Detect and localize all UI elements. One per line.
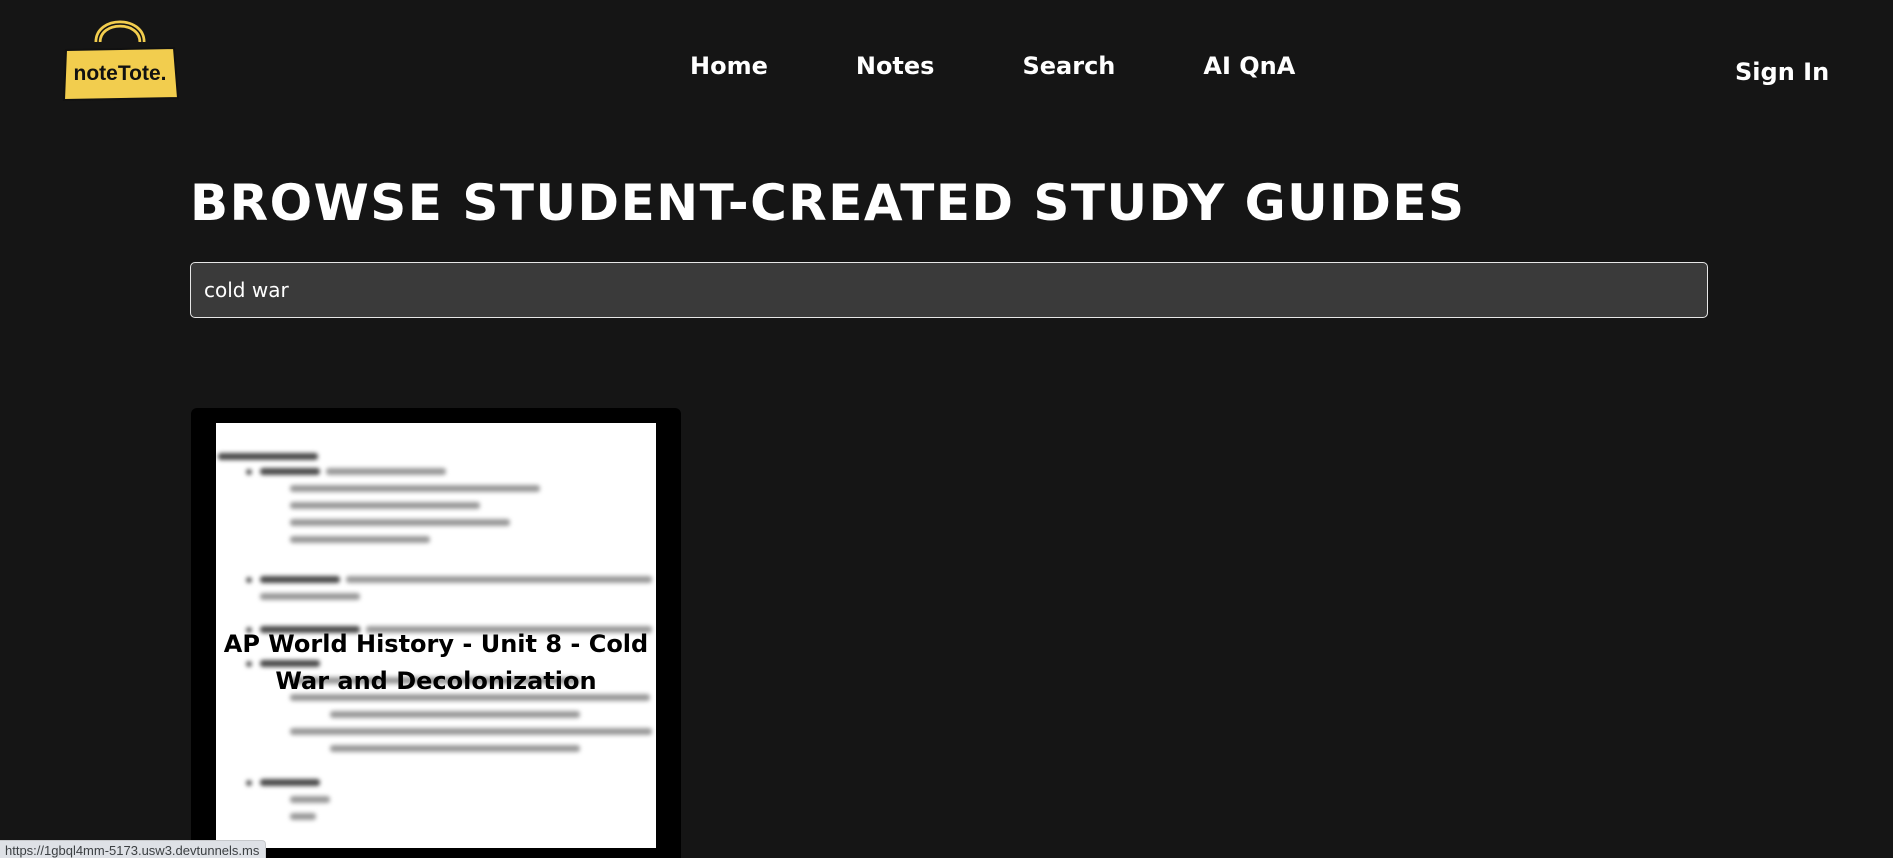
main-nav: Home Notes Search AI QnA <box>690 50 1383 82</box>
nav-home-link[interactable]: Home <box>690 50 768 82</box>
search-input[interactable] <box>190 262 1708 318</box>
logo-text: noteTote. <box>74 62 167 85</box>
sign-in-button[interactable]: Sign In <box>1735 56 1829 88</box>
nav-ai-qna-link[interactable]: AI QnA <box>1203 50 1295 82</box>
study-guide-thumbnail: AP World History - Unit 8 - Cold War and… <box>216 423 656 848</box>
page-title: BROWSE STUDENT-CREATED STUDY GUIDES <box>190 174 1466 232</box>
tote-bag-icon: noteTote. <box>62 20 180 102</box>
notetote-logo[interactable]: noteTote. <box>60 14 184 102</box>
nav-notes-link[interactable]: Notes <box>856 50 935 82</box>
study-guide-title: AP World History - Unit 8 - Cold War and… <box>223 630 649 695</box>
status-bar-url: https://1gbql4mm-5173.usw3.devtunnels.ms <box>0 840 267 858</box>
page: noteTote. Home Notes Search AI QnA Sign … <box>0 0 1893 858</box>
nav-search-link[interactable]: Search <box>1022 50 1115 82</box>
study-guide-card[interactable]: AP World History - Unit 8 - Cold War and… <box>191 408 681 858</box>
